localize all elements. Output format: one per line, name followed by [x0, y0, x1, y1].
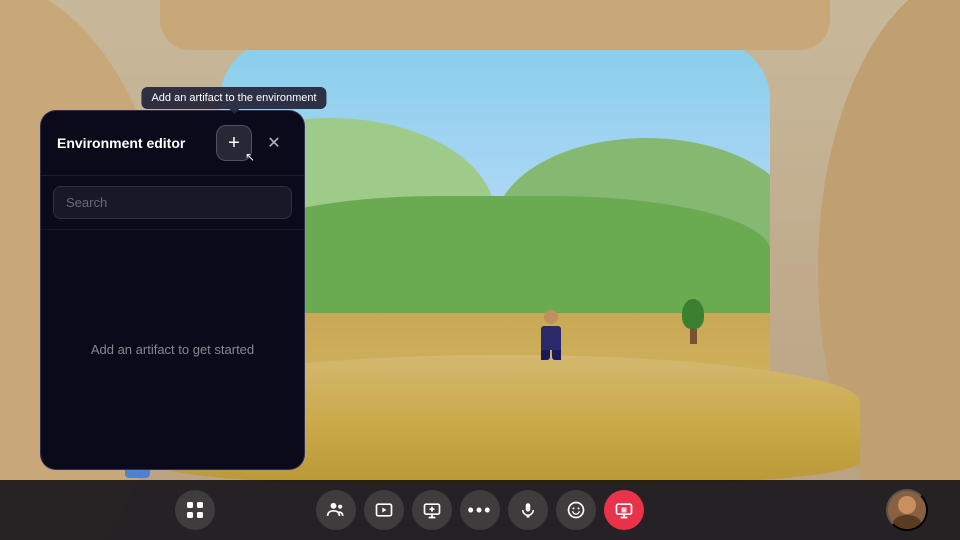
top-arch	[160, 0, 830, 50]
close-icon: ✕	[267, 133, 280, 153]
microphone-button[interactable]	[508, 490, 548, 530]
panel-title: Environment editor	[57, 135, 185, 151]
apps-button[interactable]	[175, 490, 215, 530]
media-button[interactable]	[364, 490, 404, 530]
environment-editor-panel: Environment editor Add an artifact to th…	[40, 110, 305, 470]
emoji-button[interactable]	[556, 490, 596, 530]
more-options-button[interactable]: •••	[460, 490, 500, 530]
share-screen-icon	[422, 500, 442, 520]
share-active-icon	[614, 500, 634, 520]
active-share-button[interactable]	[604, 490, 644, 530]
user-avatar-button[interactable]	[886, 489, 928, 531]
people-button[interactable]	[316, 490, 356, 530]
plus-icon: +	[228, 133, 240, 153]
avatar-in-scene	[541, 310, 561, 360]
apps-grid-icon	[185, 500, 205, 520]
close-panel-button[interactable]: ✕	[260, 129, 288, 157]
search-input[interactable]	[53, 186, 292, 219]
search-container	[41, 176, 304, 230]
bottom-bar: •••	[0, 480, 960, 540]
add-button-container: Add an artifact to the environment + ↖	[216, 125, 252, 161]
add-artifact-button[interactable]: + ↖	[216, 125, 252, 161]
empty-state: Add an artifact to get started	[41, 230, 304, 469]
header-controls: Add an artifact to the environment + ↖ ✕	[216, 125, 288, 161]
avatar-image	[888, 489, 926, 531]
people-icon	[326, 500, 346, 520]
panel-header: Environment editor Add an artifact to th…	[41, 111, 304, 176]
more-dots-icon: •••	[468, 501, 493, 519]
tree-right	[682, 299, 704, 344]
emoji-icon	[566, 500, 586, 520]
microphone-icon	[519, 500, 537, 520]
cursor-icon: ↖	[245, 150, 255, 164]
share-screen-button[interactable]	[412, 490, 452, 530]
empty-state-text: Add an artifact to get started	[91, 342, 254, 357]
media-icon	[374, 500, 394, 520]
center-controls: •••	[316, 490, 644, 530]
